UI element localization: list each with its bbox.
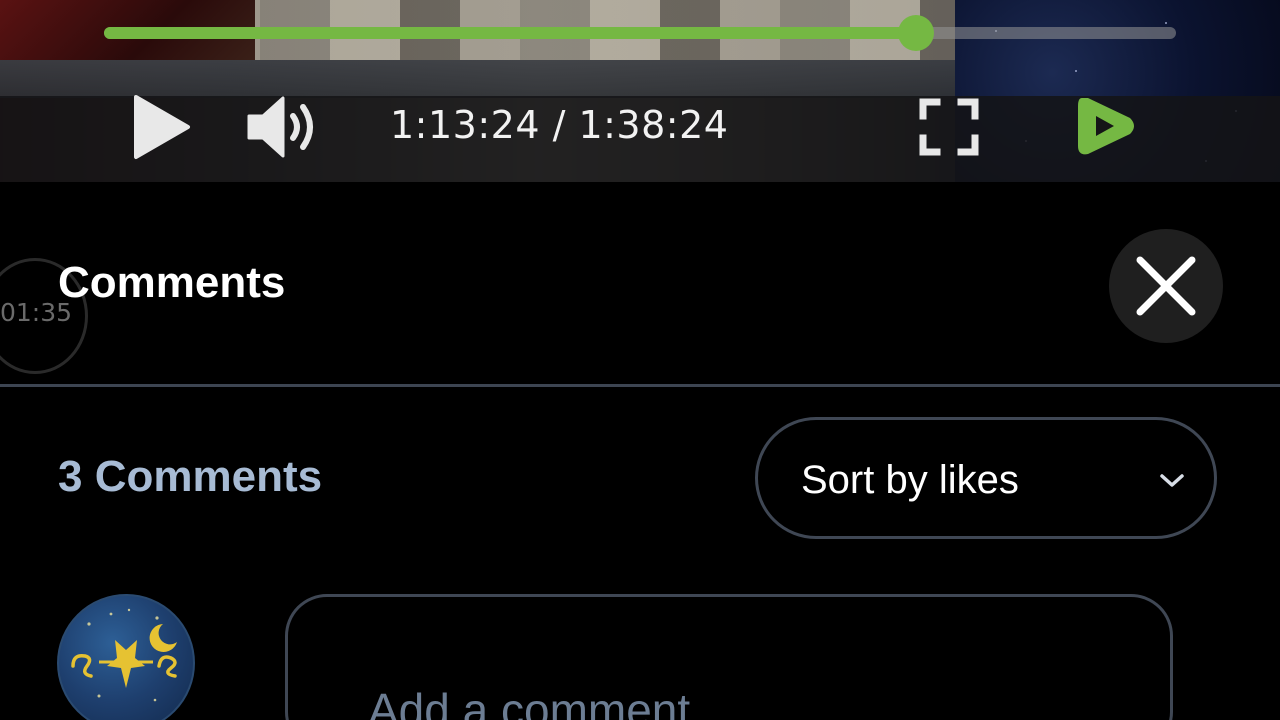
close-button[interactable] bbox=[1109, 229, 1223, 343]
chevron-down-icon bbox=[1160, 474, 1184, 487]
rumble-logo-icon[interactable] bbox=[1068, 88, 1144, 164]
avatar-image bbox=[71, 608, 177, 702]
volume-icon[interactable] bbox=[245, 94, 325, 160]
sort-selected-value: Sort by likes bbox=[801, 458, 1019, 502]
fullscreen-icon[interactable] bbox=[915, 94, 983, 160]
progress-bar-fill bbox=[104, 27, 916, 39]
close-icon bbox=[1136, 256, 1196, 316]
comment-input-placeholder: Add a comment bbox=[368, 684, 691, 720]
avatar[interactable] bbox=[57, 594, 195, 720]
comment-count: 3 Comments bbox=[58, 452, 323, 501]
time-display: 1:13:24 / 1:38:24 bbox=[390, 103, 729, 147]
comments-title: Comments bbox=[58, 258, 286, 307]
sort-dropdown[interactable]: Sort by likes bbox=[755, 417, 1217, 539]
video-frame-taskbar bbox=[0, 60, 955, 98]
header-divider bbox=[0, 384, 1280, 387]
progress-scrubber-handle[interactable] bbox=[897, 15, 934, 51]
play-icon[interactable] bbox=[128, 94, 194, 160]
video-player[interactable]: 1:13:24 / 1:38:24 bbox=[0, 0, 1280, 182]
app-root: 1:13:24 / 1:38:24 01:35 Comments 3 Comme… bbox=[0, 0, 1280, 720]
comment-input[interactable]: Add a comment bbox=[285, 594, 1173, 720]
progress-bar[interactable] bbox=[104, 15, 1176, 51]
